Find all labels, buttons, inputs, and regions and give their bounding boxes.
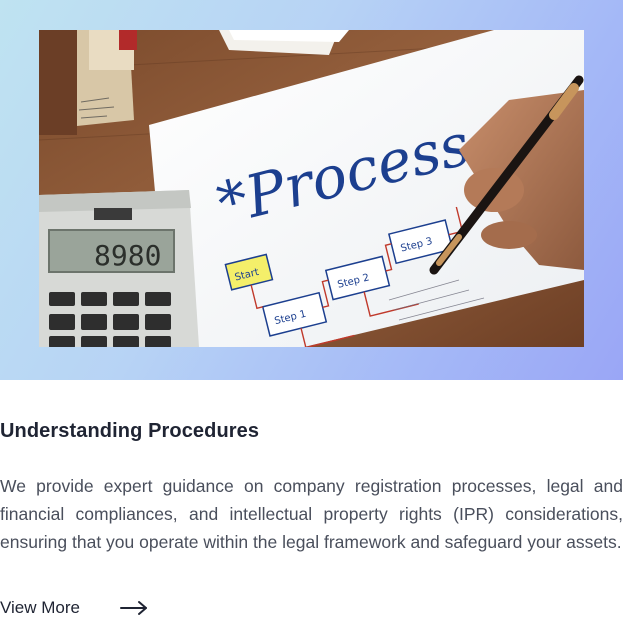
arrow-right-icon bbox=[120, 601, 147, 615]
process-illustration: *Process Start Step 1 Step 2 Step 3 8980 bbox=[39, 30, 584, 347]
calculator-graphic: 8980 bbox=[39, 190, 199, 347]
process-photo: *Process Start Step 1 Step 2 Step 3 8980 bbox=[39, 30, 584, 347]
card-description: We provide expert guidance on company re… bbox=[0, 476, 623, 552]
card-title: Understanding Procedures bbox=[0, 420, 260, 442]
card-hero-background: *Process Start Step 1 Step 2 Step 3 8980 bbox=[0, 0, 623, 380]
view-more-label: View More bbox=[0, 598, 80, 617]
view-more-link[interactable]: View More bbox=[0, 596, 148, 620]
calculator-display: 8980 bbox=[94, 239, 161, 272]
